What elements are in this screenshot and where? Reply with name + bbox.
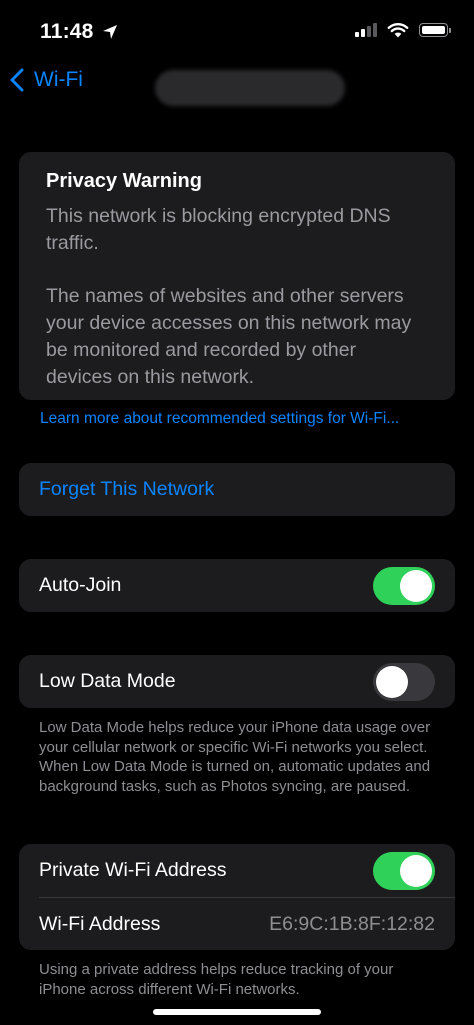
- privacy-warning-paragraph-1: This network is blocking encrypted DNS t…: [46, 205, 391, 254]
- wifi-network-settings-screen: 11:48 Wi-Fi Privacy Warning This network…: [0, 0, 474, 1025]
- navigation-bar: Wi-Fi: [0, 62, 474, 106]
- privacy-warning-paragraph-2: The names of websites and other servers …: [46, 285, 412, 388]
- redacted-network-name: [155, 70, 345, 106]
- private-address-label: Private Wi-Fi Address: [39, 859, 227, 881]
- low-data-mode-label: Low Data Mode: [39, 670, 176, 692]
- low-data-mode-footnote: Low Data Mode helps reduce your iPhone d…: [39, 719, 431, 795]
- location-arrow-icon: [102, 25, 117, 39]
- status-time: 11:48: [40, 20, 94, 43]
- auto-join-row: Auto-Join: [19, 559, 455, 612]
- private-address-group: Private Wi-Fi Address Wi-Fi Address E6:9…: [19, 844, 455, 950]
- battery-icon: [419, 23, 451, 37]
- private-address-row: Private Wi-Fi Address: [19, 844, 455, 897]
- low-data-mode-toggle[interactable]: [373, 662, 435, 701]
- privacy-warning-card: Privacy Warning This network is blocking…: [19, 152, 455, 400]
- auto-join-toggle[interactable]: [373, 566, 435, 605]
- learn-more-link[interactable]: Learn more about recommended settings fo…: [40, 410, 399, 428]
- private-address-footnote: Using a private address helps reduce tra…: [39, 961, 394, 998]
- chevron-left-icon: [10, 68, 24, 92]
- private-address-toggle[interactable]: [373, 851, 435, 890]
- wifi-address-label: Wi-Fi Address: [39, 912, 161, 935]
- back-button-label: Wi-Fi: [34, 68, 83, 91]
- wifi-address-row: Wi-Fi Address E6:9C:1B:8F:12:82: [19, 898, 455, 950]
- forget-network-label: Forget This Network: [39, 478, 215, 500]
- status-time-group: 11:48: [40, 20, 118, 44]
- wifi-icon: [387, 23, 409, 38]
- low-data-mode-row: Low Data Mode: [19, 655, 455, 708]
- status-right-icons: [355, 22, 451, 38]
- home-indicator[interactable]: [153, 1009, 321, 1015]
- privacy-warning-body: This network is blocking encrypted DNS t…: [46, 203, 427, 391]
- privacy-warning-title: Privacy Warning: [46, 170, 202, 192]
- wifi-address-value: E6:9C:1B:8F:12:82: [269, 912, 435, 935]
- cellular-signal-icon: [355, 23, 377, 37]
- auto-join-label: Auto-Join: [39, 574, 122, 596]
- forget-network-button[interactable]: Forget This Network: [19, 463, 455, 516]
- back-button[interactable]: Wi-Fi: [10, 68, 83, 92]
- status-bar: 11:48: [0, 0, 474, 62]
